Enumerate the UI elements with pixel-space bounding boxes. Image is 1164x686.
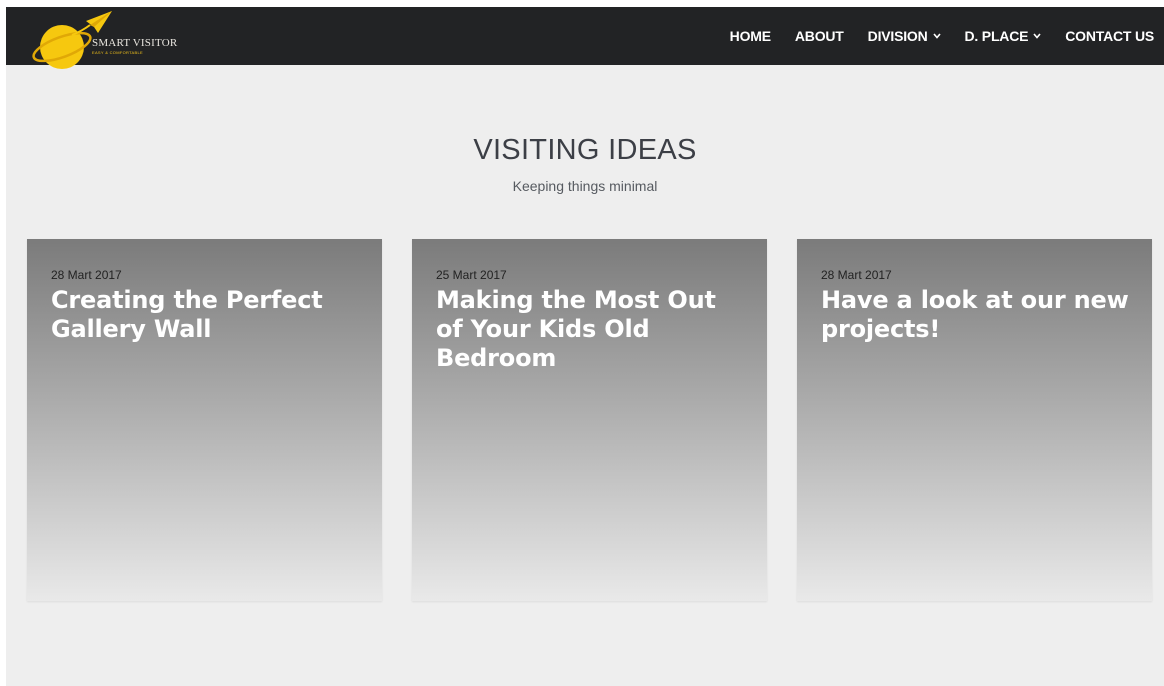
card-title-link[interactable]: Have a look at our new projects!	[821, 286, 1131, 344]
card-date: 28 Mart 2017	[51, 268, 122, 282]
chevron-down-icon	[932, 33, 941, 39]
page: SMART VISITOR EASY & COMFORTABLE HOME AB…	[6, 7, 1164, 686]
card-title-link[interactable]: Making the Most Out of Your Kids Old Bed…	[436, 286, 746, 373]
card-date: 28 Mart 2017	[821, 268, 892, 282]
section-title: VISITING IDEAS	[473, 134, 697, 166]
card-title-link[interactable]: Creating the Perfect Gallery Wall	[51, 286, 361, 344]
chevron-down-icon	[1033, 33, 1041, 39]
nav-home-label: HOME	[729, 28, 771, 44]
nav-d-place-dropdown[interactable]: D. PLACE	[965, 28, 1042, 44]
main-nav: HOME ABOUT DIVISION D. PLACE CONTACT US	[730, 7, 1155, 65]
card-date: 25 Mart 2017	[436, 268, 507, 282]
blog-card[interactable]: 28 Mart 2017 Have a look at our new proj…	[797, 239, 1152, 601]
logo-tagline: EASY & COMFORTABLE	[92, 50, 143, 55]
nav-division-dropdown[interactable]: DIVISION	[868, 28, 941, 44]
blog-card[interactable]: 28 Mart 2017 Creating the Perfect Galler…	[27, 239, 382, 601]
blog-card[interactable]: 25 Mart 2017 Making the Most Out of Your…	[412, 239, 767, 601]
nav-home-link[interactable]: HOME	[730, 28, 771, 44]
nav-contact-link[interactable]: CONTACT US	[1065, 28, 1154, 44]
nav-d-place-label: D. PLACE	[964, 28, 1029, 44]
section-subtitle: Keeping things minimal	[512, 178, 658, 194]
logo-title: SMART VISITOR	[92, 37, 178, 49]
nav-contact-label: CONTACT US	[1065, 28, 1154, 44]
logo[interactable]: SMART VISITOR EASY & COMFORTABLE	[32, 9, 182, 69]
nav-about-link[interactable]: ABOUT	[795, 28, 844, 44]
navbar: SMART VISITOR EASY & COMFORTABLE HOME AB…	[6, 7, 1164, 69]
nav-division-label: DIVISION	[867, 28, 928, 44]
nav-about-label: ABOUT	[794, 28, 844, 44]
